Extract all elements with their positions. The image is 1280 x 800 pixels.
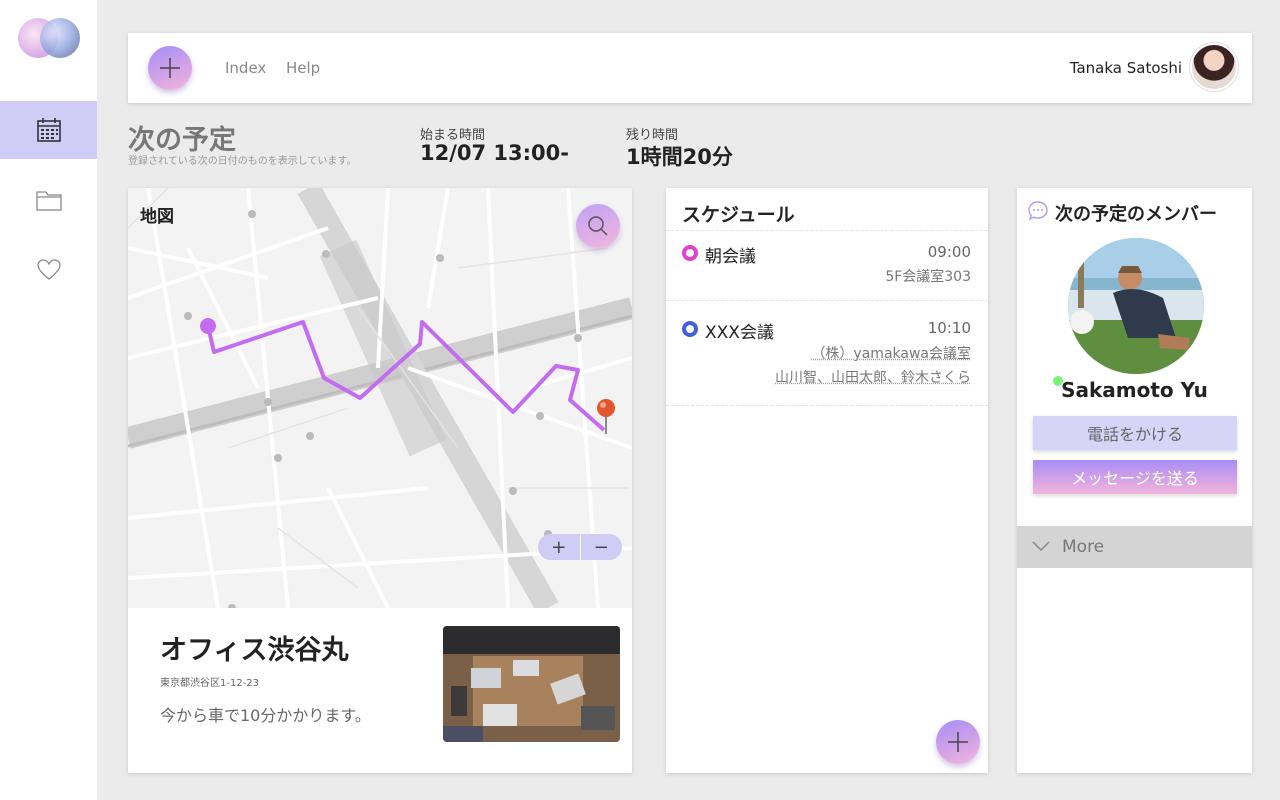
schedule-item-time: 10:10 [927, 319, 971, 337]
user-avatar[interactable] [1190, 43, 1238, 91]
add-button[interactable] [148, 46, 192, 90]
schedule-item-name: XXX会議 [705, 323, 774, 343]
schedule-card: スケジュール 朝会議 09:00 5F会議室303 XXX会議 10:10 （株… [666, 188, 988, 773]
schedule-item[interactable]: 朝会議 09:00 5F会議室303 [666, 230, 988, 300]
office-address: 東京都渋谷区1-12-23 [160, 678, 260, 689]
start-time-value: 12/07 13:00- [420, 141, 569, 165]
chat-icon [1028, 201, 1048, 221]
map-view[interactable]: 地図 + − [128, 188, 632, 608]
message-button[interactable]: メッセージを送る [1033, 460, 1237, 494]
sidebar [0, 0, 97, 800]
schedule-item-attendees[interactable]: 山川智、山田太郎、鈴木さくら [775, 367, 971, 387]
top-header: Index Help Tanaka Satoshi [128, 33, 1252, 103]
office-eta: 今から車で10分かかります。 [160, 706, 371, 725]
office-photo [443, 626, 620, 742]
remaining-time-value: 1時間20分 [626, 145, 733, 169]
schedule-title: スケジュール [682, 204, 795, 226]
more-label: More [1062, 537, 1105, 557]
sidebar-item-folder[interactable] [0, 171, 97, 229]
map-zoom-control: + − [538, 534, 622, 560]
schedule-item-location: 5F会議室303 [885, 269, 971, 285]
schedule-item-name: 朝会議 [705, 247, 756, 267]
zoom-out-button[interactable]: − [581, 534, 623, 560]
chevron-down-icon [1032, 541, 1050, 552]
app-logo [18, 18, 80, 60]
office-name: オフィス渋谷丸 [160, 635, 349, 666]
nav-link-index[interactable]: Index [225, 59, 266, 77]
schedule-item-time: 09:00 [927, 243, 971, 261]
page-subtitle: 登録されている次の日付のものを表示しています。 [128, 156, 357, 167]
add-schedule-button[interactable] [936, 720, 980, 764]
status-dot [682, 245, 698, 261]
heart-icon [36, 259, 61, 280]
nav-link-help[interactable]: Help [286, 59, 320, 77]
member-avatar[interactable] [1068, 238, 1204, 374]
sidebar-item-calendar[interactable] [0, 101, 97, 159]
search-icon [588, 216, 608, 236]
status-dot [682, 321, 698, 337]
member-name: Sakamoto Yu [1061, 378, 1208, 402]
plus-icon [160, 58, 180, 78]
members-card: 次の予定のメンバー Sakamoto Yu 電話をかける メッセージを送る Mo… [1017, 188, 1252, 773]
more-toggle[interactable]: More [1017, 526, 1252, 568]
user-name[interactable]: Tanaka Satoshi [1070, 59, 1182, 77]
zoom-in-button[interactable]: + [538, 534, 581, 560]
map-search-button[interactable] [576, 204, 620, 248]
map-card: 地図 + − オフィス渋谷丸 東京都渋谷区1-12-23 今から車で10分かかり… [128, 188, 632, 773]
sidebar-item-favorites[interactable] [0, 241, 97, 299]
map-title: 地図 [140, 207, 174, 227]
members-title: 次の予定のメンバー [1055, 204, 1217, 225]
folder-icon [35, 191, 62, 211]
schedule-item-location[interactable]: （株）yamakawa会議室 [811, 343, 971, 363]
calendar-icon [36, 118, 61, 142]
plus-icon [948, 732, 968, 752]
call-button[interactable]: 電話をかける [1033, 416, 1237, 450]
schedule-item[interactable]: XXX会議 10:10 （株）yamakawa会議室 山川智、山田太郎、鈴木さく… [666, 300, 988, 406]
